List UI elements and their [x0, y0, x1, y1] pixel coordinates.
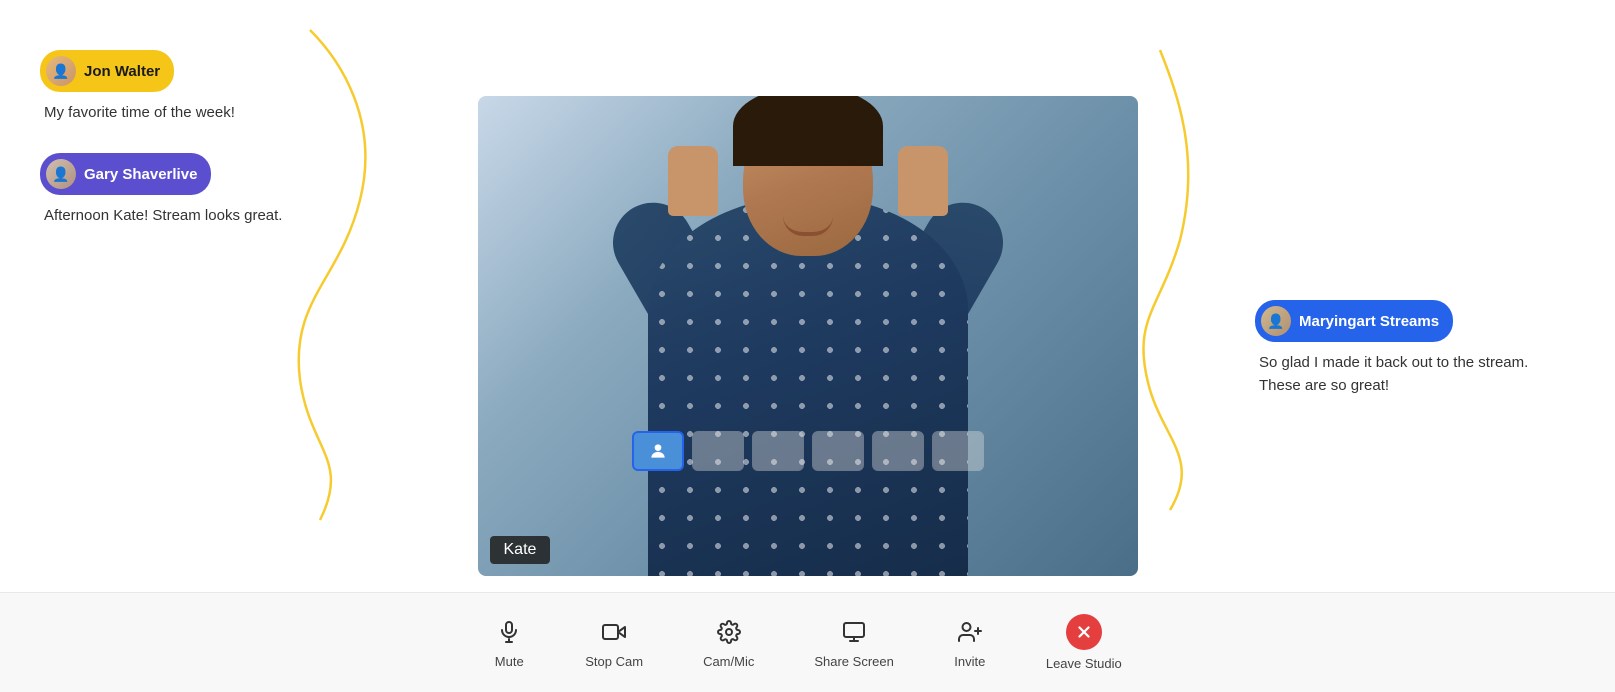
jon-name-badge: 👤 Jon Walter [40, 50, 174, 92]
cam-mic-button[interactable]: Cam/Mic [703, 616, 754, 669]
participant-thumb-3[interactable] [812, 431, 864, 471]
jon-message: My favorite time of the week! [44, 102, 360, 123]
mute-label: Mute [495, 654, 524, 669]
cam-mic-label: Cam/Mic [703, 654, 754, 669]
participant-thumb-5[interactable] [932, 431, 984, 471]
leave-studio-icon [1066, 614, 1102, 650]
jon-avatar: 👤 [46, 56, 76, 86]
mary-message: So glad I made it back out to the stream… [1259, 352, 1539, 397]
jon-name: Jon Walter [84, 63, 160, 80]
camera-icon [598, 616, 630, 648]
kate-label: Kate [490, 536, 551, 564]
hand-right [898, 146, 948, 216]
toolbar-strip: Mute Stop Cam Cam/Mic [0, 592, 1615, 692]
gary-avatar: 👤 [46, 159, 76, 189]
person-figure [598, 136, 1018, 576]
mute-button[interactable]: Mute [493, 616, 525, 669]
mary-avatar: 👤 [1261, 306, 1291, 336]
video-frame: Kate [478, 96, 1138, 576]
gary-message: Afternoon Kate! Stream looks great. [44, 205, 360, 226]
mic-icon [493, 616, 525, 648]
gary-name-badge: 👤 Gary Shaverlive [40, 153, 211, 195]
monitor-icon [838, 616, 870, 648]
mary-name-badge: 👤 Maryingart Streams [1255, 300, 1453, 342]
gary-name: Gary Shaverlive [84, 166, 197, 183]
participant-thumb-2[interactable] [752, 431, 804, 471]
eye-left [775, 116, 785, 128]
invite-button[interactable]: Invite [954, 616, 986, 669]
person-mouth [783, 216, 833, 236]
leave-studio-button[interactable]: Leave Studio [1046, 614, 1122, 671]
participant-thumb-active[interactable] [632, 431, 684, 471]
chat-left-panel: 👤 Jon Walter My favorite time of the wee… [40, 50, 360, 256]
share-screen-button[interactable]: Share Screen [814, 616, 894, 669]
settings-icon [713, 616, 745, 648]
participant-thumb-1[interactable] [692, 431, 744, 471]
stop-cam-label: Stop Cam [585, 654, 643, 669]
hand-left [668, 146, 718, 216]
chat-bubble-mary: 👤 Maryingart Streams So glad I made it b… [1255, 300, 1575, 397]
chat-bubble-jon: 👤 Jon Walter My favorite time of the wee… [40, 50, 360, 123]
participant-strip [632, 431, 984, 471]
participant-thumb-4[interactable] [872, 431, 924, 471]
person-add-icon [954, 616, 986, 648]
eye-right [830, 116, 840, 128]
invite-label: Invite [954, 654, 985, 669]
person-head [743, 106, 873, 256]
chat-bubble-gary: 👤 Gary Shaverlive Afternoon Kate! Stream… [40, 153, 360, 226]
mary-name: Maryingart Streams [1299, 313, 1439, 330]
chat-right-panel: 👤 Maryingart Streams So glad I made it b… [1255, 300, 1575, 427]
stop-cam-button[interactable]: Stop Cam [585, 616, 643, 669]
main-container: 👤 Jon Walter My favorite time of the wee… [0, 0, 1615, 692]
leave-studio-label: Leave Studio [1046, 656, 1122, 671]
share-screen-label: Share Screen [814, 654, 894, 669]
video-area: Kate [478, 96, 1138, 576]
person-eyes [743, 116, 873, 128]
